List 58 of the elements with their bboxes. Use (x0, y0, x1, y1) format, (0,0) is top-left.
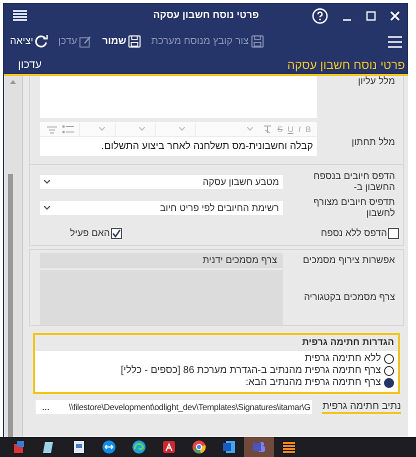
menu-icon[interactable] (388, 36, 402, 48)
radio-option[interactable]: צרף חתימה גרפית מהנתיב הבא: (39, 377, 394, 388)
close-icon[interactable] (390, 10, 400, 20)
save-button[interactable]: שמור (102, 35, 142, 48)
radio-option[interactable]: צרף חתימה גרפית מהנתיב ב-הגדרת מערכת 86 [כספים - כללי] (39, 365, 394, 376)
radio-label: צרף חתימה גרפית מהנתיב הבא: (246, 377, 381, 388)
caret-icon (99, 127, 106, 131)
stacked-layers-icon (12, 8, 28, 22)
pdf-icon (162, 440, 176, 454)
field-label: מלל עליון (356, 76, 396, 89)
help-icon[interactable] (312, 8, 328, 24)
radio-option[interactable]: ללא חתימה גרפית (39, 353, 394, 364)
readonly-field: צרף מסמכים ידנית (40, 253, 283, 268)
caret-icon (247, 127, 254, 131)
caret-icon (44, 206, 50, 210)
stacked-layers-icon (282, 440, 296, 454)
word-icon (222, 440, 236, 454)
window-title: פרטי נוסח חשבון עסקה (153, 10, 259, 21)
save-icon (250, 35, 264, 48)
browse-button[interactable]: ... (35, 400, 56, 414)
page-title: פרטי נוסח חשבון עסקה (287, 58, 405, 72)
field-label: מלל תחתון (350, 136, 396, 148)
edit-icon (79, 35, 92, 48)
scrollbar[interactable] (4, 76, 23, 437)
browser-icon (132, 440, 146, 454)
field-label: אפשרות צירוף מסמכים (302, 255, 396, 266)
caret-icon (179, 127, 186, 131)
field-label: נתיב חתימה גרפית (322, 400, 401, 414)
notepad-icon (42, 440, 56, 454)
teams-icon (252, 440, 266, 454)
field-label: תדפיס חיובים מצורף לחשבון (312, 197, 396, 219)
group-title: הגדרות חתימה גרפית (35, 335, 398, 351)
refresh-icon (35, 35, 48, 48)
paint-icon (12, 440, 26, 454)
path-field[interactable]: \\filestore\Development\odlight_dev\Templates\Signatures\itamar\G (56, 400, 312, 414)
checkbox-box[interactable] (110, 228, 122, 239)
checkbox-label: הדפס ללא נספח (320, 228, 387, 239)
checkbox-box[interactable] (388, 228, 399, 239)
select-field[interactable]: מטבע חשבון עסקה (40, 175, 283, 189)
document-icon (72, 440, 86, 454)
select-field[interactable]: רשימת החיובים לפי פריט חיוב (40, 201, 283, 215)
maximize-icon[interactable] (366, 10, 376, 20)
checkbox-label: האם פעיל (70, 228, 110, 239)
save-icon (128, 35, 142, 48)
exit-button[interactable]: יציאה (10, 35, 48, 48)
radio-button[interactable] (384, 354, 394, 364)
mode-label: עדכון (18, 58, 42, 70)
radio-button[interactable] (384, 378, 394, 388)
radio-label: ללא חתימה גרפית (304, 353, 381, 364)
field-label: הדפס חיובים בנספח החשבון ב- (312, 171, 396, 193)
editor-text: קבלה וחשבונית-מס תשלחנה לאחר ביצוע התשלום. (101, 141, 313, 152)
caret-icon (44, 180, 50, 184)
field-label: צרף מסמכים בקטגוריה (302, 292, 396, 303)
chrome-icon (192, 440, 206, 454)
text-editor[interactable]: קבלה וחשבונית-מס תשלחנה לאחר ביצוע התשלום. (40, 137, 317, 156)
radio-label: צרף חתימה גרפית מהנתיב ב-הגדרת מערכת 86 [כספים - כללי] (120, 365, 381, 376)
caret-icon (139, 127, 146, 131)
radio-button[interactable] (384, 366, 394, 376)
